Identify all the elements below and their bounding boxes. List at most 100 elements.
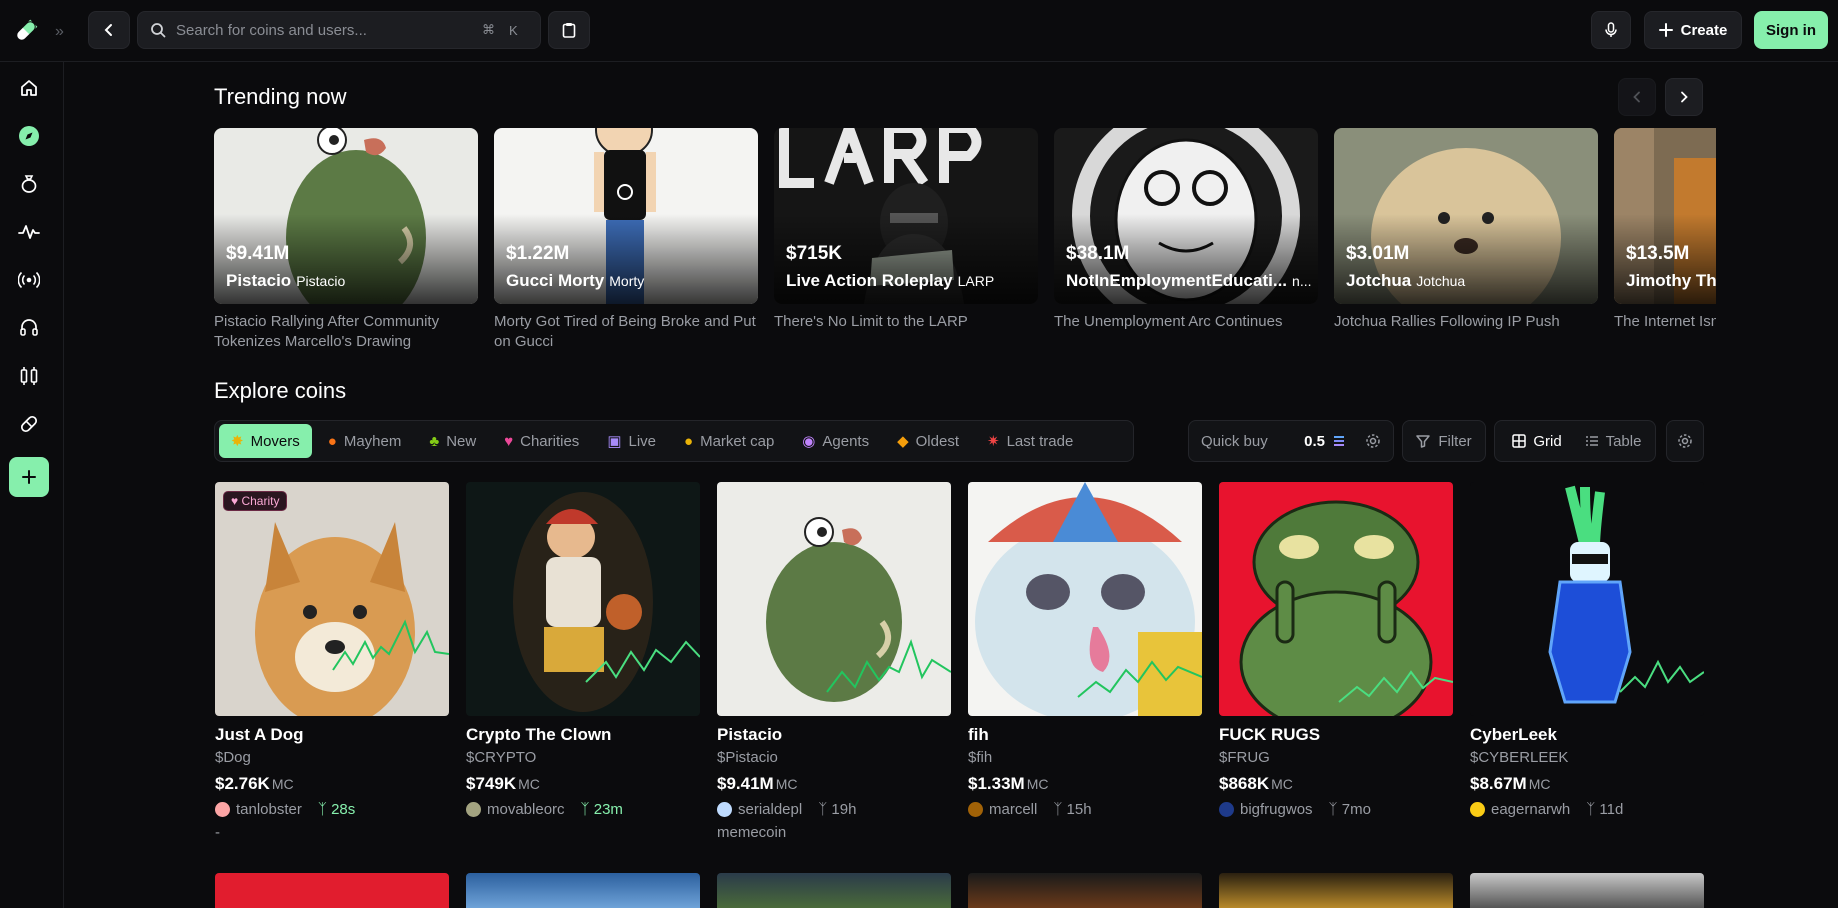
chip-oldest[interactable]: ◆ Oldest <box>885 424 971 458</box>
compare-icon[interactable] <box>12 359 46 393</box>
creator-name[interactable]: serialdepl <box>738 801 802 818</box>
coin-card-image-partial[interactable] <box>466 873 700 908</box>
heart-icon: ♥ <box>504 432 514 450</box>
clipboard-icon <box>562 23 576 38</box>
coin-card-image-partial[interactable] <box>1219 873 1453 908</box>
quick-buy[interactable]: Quick buy 0.5 <box>1188 420 1394 462</box>
trending-card[interactable]: $1.22M Gucci Morty Morty Morty Got Tired … <box>494 128 758 352</box>
coin-age: ᛉ 11d <box>1586 801 1624 818</box>
sign-in-button[interactable]: Sign in <box>1754 11 1828 49</box>
chip-new[interactable]: ♣ New <box>417 424 488 458</box>
coin-age: ᛉ 23m <box>580 801 623 818</box>
trending-card-mc: $3.01M <box>1346 243 1410 264</box>
broadcast-icon[interactable] <box>12 263 46 297</box>
coin-creator: bigfrugwos ᛉ 7mo <box>1219 801 1453 818</box>
activity-icon[interactable] <box>12 215 46 249</box>
chip-live[interactable]: ▣ Live <box>595 424 668 458</box>
view-toggle: Grid Table <box>1494 420 1656 462</box>
coin-card[interactable]: Crypto The Clown $CRYPTO $749K MC movable… <box>466 482 700 824</box>
avatar <box>968 802 983 817</box>
pill-icon[interactable] <box>12 407 46 441</box>
coin-card[interactable]: fih $fih $1.33M MC marcell ᛉ 15h <box>968 482 1202 824</box>
coin-name: fih <box>968 725 989 744</box>
coin-card[interactable]: CyberLeek $CYBERLEEK $8.67M MC eagernarwh… <box>1470 482 1704 824</box>
home-icon[interactable] <box>12 71 46 105</box>
coin-market-cap: $9.41M MC <box>717 774 798 793</box>
heart-icon: ♥ <box>231 494 239 508</box>
coin-name: CyberLeek <box>1470 725 1557 744</box>
expand-sidebar-icon[interactable]: » <box>55 23 64 41</box>
trending-prev-button[interactable] <box>1618 78 1656 116</box>
coin-card-image-partial[interactable] <box>215 873 449 908</box>
microphone-button[interactable] <box>1591 11 1631 49</box>
creator-name[interactable]: bigfrugwos <box>1240 801 1313 818</box>
trending-card-image: $1.22M Gucci Morty Morty <box>494 128 758 304</box>
creator-name[interactable]: marcell <box>989 801 1037 818</box>
filter-label: Filter <box>1438 432 1472 450</box>
coin-creator: serialdepl ᛉ 19h <box>717 801 951 818</box>
filter-button[interactable]: Filter <box>1402 420 1486 462</box>
trending-card-name: Gucci Morty Morty <box>506 271 645 290</box>
coin-creator: tanlobster ᛉ 28s <box>215 801 449 818</box>
trending-card-desc: Morty Got Tired of Being Broke and Put o… <box>494 313 756 350</box>
sun-icon: ✸ <box>231 433 244 450</box>
sprout-icon: ᛉ <box>580 801 590 818</box>
microphone-icon <box>1605 22 1617 37</box>
create-button[interactable]: Create <box>1644 11 1742 49</box>
search-bar[interactable]: ⌘ K <box>137 11 541 49</box>
coin-image <box>968 482 1202 716</box>
quick-buy-value[interactable]: 0.5 <box>1304 433 1325 450</box>
coin-market-cap: $1.33M MC <box>968 774 1049 793</box>
trending-title: Trending now <box>214 84 347 109</box>
trending-card-mc: $9.41M <box>226 243 290 264</box>
creator-name[interactable]: tanlobster <box>236 801 302 818</box>
back-button[interactable] <box>88 11 130 49</box>
trending-card-image: $9.41M Pistacio Pistacio <box>214 128 478 304</box>
trending-card[interactable]: $9.41M Pistacio Pistacio Pistacio Rallyin… <box>214 128 478 352</box>
add-coin-button[interactable] <box>9 457 49 497</box>
trending-next-button[interactable] <box>1665 78 1703 116</box>
chip-movers[interactable]: ✸ Movers <box>219 424 312 458</box>
coin-image <box>1470 482 1704 716</box>
view-grid-button[interactable]: Grid <box>1499 424 1575 458</box>
trending-carousel: $9.41M Pistacio Pistacio Pistacio Rallyin… <box>214 128 1716 358</box>
trending-card[interactable]: $13.5M Jimothy The The Internet Isn Yet <box>1614 128 1716 332</box>
coin-name: Just A Dog <box>215 725 304 744</box>
coin-card-image-partial[interactable] <box>1470 873 1704 908</box>
chip-market-cap[interactable]: ● Market cap <box>672 424 786 458</box>
trending-card-name: Live Action Roleplay LARP <box>786 271 995 290</box>
trending-card-desc: The Unemployment Arc Continues <box>1054 313 1283 330</box>
coin-card[interactable]: ♥ Charity Just A Dog $Dog $2.76K MC tanlo… <box>215 482 449 841</box>
pill-logo-icon[interactable] <box>13 18 39 44</box>
coin-image: ♥ Charity <box>215 482 449 716</box>
trending-card-desc: The Internet Isn Yet <box>1614 313 1716 330</box>
support-headset-icon[interactable] <box>12 311 46 345</box>
search-input[interactable] <box>176 21 476 39</box>
coin-ticker: $Pistacio <box>717 749 778 766</box>
chip-last-trade[interactable]: ✷ Last trade <box>975 424 1085 458</box>
trending-card[interactable]: $3.01M Jotchua Jotchua Jotchua Rallies Fo… <box>1334 128 1598 332</box>
clipboard-button[interactable] <box>548 11 590 49</box>
chip-mayhem[interactable]: ● Mayhem <box>316 424 414 458</box>
coin-card[interactable]: FUCK RUGS $FRUG $868K MC bigfrugwos ᛉ 7mo <box>1219 482 1453 824</box>
sprout-icon: ᛉ <box>317 801 327 818</box>
coin-card-image-partial[interactable] <box>968 873 1202 908</box>
scroll-icon: ◆ <box>897 433 909 450</box>
chip-agents[interactable]: ◉ Agents <box>790 424 881 458</box>
creator-name[interactable]: eagernarwh <box>1491 801 1570 818</box>
trending-card-image: $13.5M Jimothy The <box>1614 128 1716 304</box>
coin-market-cap: $2.76K MC <box>215 774 294 793</box>
money-bag-icon[interactable] <box>12 167 46 201</box>
creator-name[interactable]: movableorc <box>487 801 565 818</box>
trending-card[interactable]: $38.1M NotInEmploymentEducati... n... The… <box>1054 128 1318 332</box>
trending-card[interactable]: $715K Live Action Roleplay LARP There's N… <box>774 128 1038 332</box>
coin-ticker: $FRUG <box>1219 749 1270 766</box>
view-table-button[interactable]: Table <box>1575 424 1651 458</box>
gear-icon[interactable] <box>1365 433 1381 449</box>
fire-icon: ● <box>327 432 337 450</box>
chip-charities[interactable]: ♥ Charities <box>492 424 591 458</box>
explore-compass-icon[interactable] <box>12 119 46 153</box>
display-settings-button[interactable] <box>1666 420 1704 462</box>
coin-card-image-partial[interactable] <box>717 873 951 908</box>
coin-card[interactable]: Pistacio $Pistacio $9.41M MC serialdepl ᛉ … <box>717 482 951 841</box>
